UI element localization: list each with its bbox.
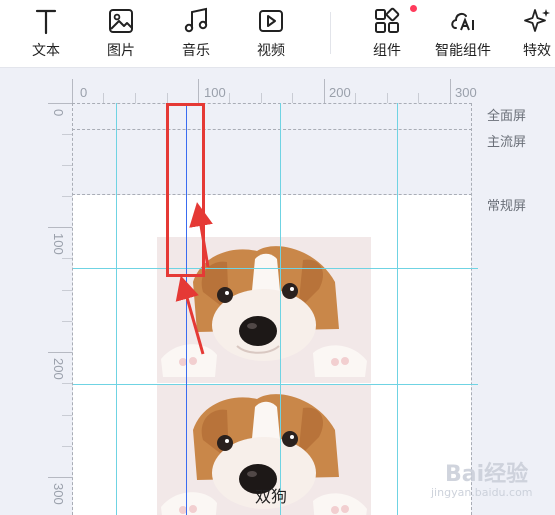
ai-components-icon bbox=[451, 12, 474, 31]
toolbar-video-label: 视频 bbox=[257, 43, 285, 59]
toolbar-music-label: 音乐 bbox=[182, 43, 210, 59]
toolbar-effects-label: 特效 bbox=[523, 43, 551, 59]
annotation-arrow bbox=[189, 202, 213, 268]
annotation-arrows bbox=[175, 202, 213, 355]
toolbar-video-button[interactable]: 视频 bbox=[239, 0, 303, 68]
editor-toolbar: 文本 图片 音乐 视频 组件 智能组件 特效 bbox=[0, 0, 555, 68]
watermark-logo-text: Bai经验 bbox=[445, 462, 529, 487]
toolbar-image-label: 图片 bbox=[107, 43, 135, 59]
watermark-url: jingyan.baidu.com bbox=[431, 486, 533, 499]
annotation-arrow bbox=[175, 275, 205, 355]
toolbar-components-button[interactable]: 组件 bbox=[355, 0, 419, 68]
components-icon bbox=[375, 7, 400, 33]
new-badge bbox=[410, 5, 417, 12]
toolbar-divider bbox=[330, 12, 331, 54]
text-icon bbox=[35, 9, 57, 35]
video-icon bbox=[259, 10, 283, 32]
watermark: Bai经验 jingyan.baidu.com bbox=[425, 454, 550, 509]
toolbar-music-button[interactable]: 音乐 bbox=[164, 0, 228, 68]
editor-canvas-area[interactable]: 0 100 200 300 0 100 200 300 全面屏 主流屏 常规屏 bbox=[0, 69, 555, 515]
toolbar-text-label: 文本 bbox=[32, 43, 60, 59]
music-icon bbox=[184, 7, 208, 33]
toolbar-effects-button[interactable]: 特效 bbox=[505, 0, 555, 68]
sparkle-icon bbox=[524, 9, 550, 32]
toolbar-image-button[interactable]: 图片 bbox=[89, 0, 153, 68]
toolbar-components-label: 组件 bbox=[373, 43, 401, 59]
image-icon bbox=[109, 9, 133, 33]
toolbar-ai-components-label: 智能组件 bbox=[435, 43, 491, 59]
toolbar-ai-components-button[interactable]: 智能组件 bbox=[430, 0, 496, 68]
toolbar-text-button[interactable]: 文本 bbox=[14, 0, 78, 68]
